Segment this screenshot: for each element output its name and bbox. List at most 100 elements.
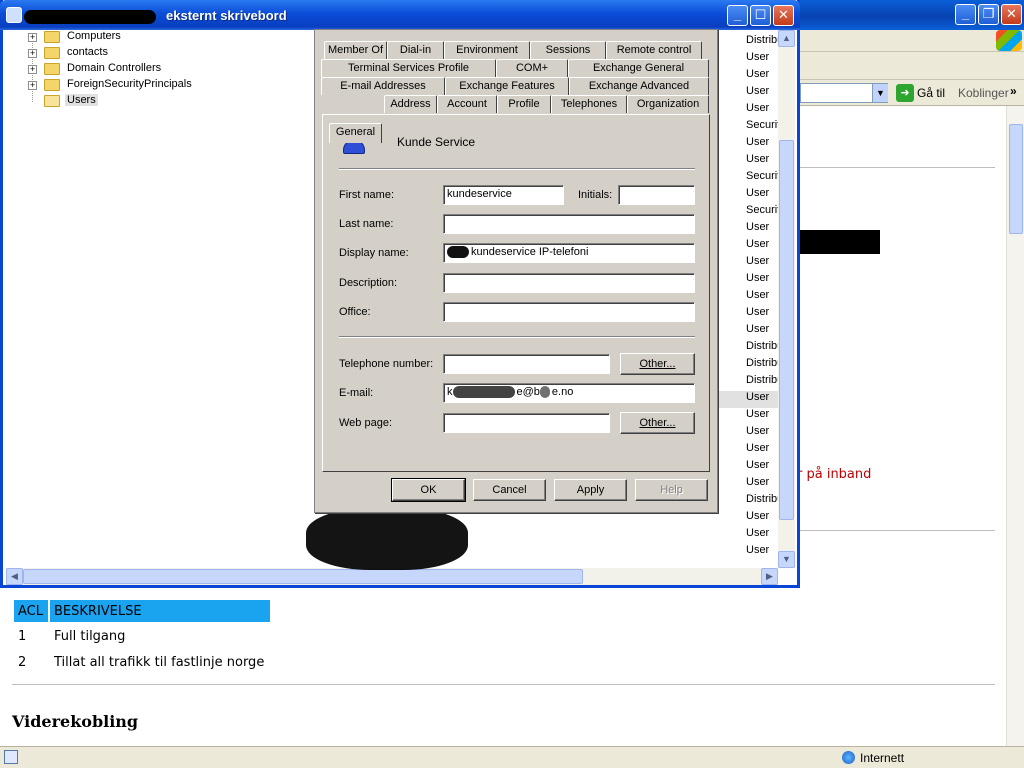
remote-desktop-titlebar[interactable]: eksternt skrivebord _ ☐ ✕ (0, 0, 800, 30)
tab-email-addresses[interactable]: E-mail Addresses (321, 77, 445, 95)
page-scroll-thumb[interactable] (1009, 124, 1023, 234)
list-item[interactable]: User (746, 544, 769, 561)
list-item[interactable]: User (746, 238, 769, 255)
expand-icon[interactable]: + (28, 81, 37, 90)
list-item[interactable]: User (746, 153, 769, 170)
open-folder-icon (44, 95, 60, 107)
chevron-right-icon[interactable]: » (1010, 84, 1017, 98)
tab-com-plus[interactable]: COM+ (496, 59, 568, 77)
help-button[interactable]: Help (635, 479, 708, 501)
tab-telephones[interactable]: Telephones (551, 95, 627, 113)
table-cell: Tillat all trafikk til fastlinje norge (54, 654, 265, 670)
list-item[interactable]: User (746, 255, 769, 272)
email-field[interactable]: k e@b e.no (443, 383, 695, 403)
scroll-thumb[interactable] (23, 569, 583, 584)
display-name-field[interactable]: kundeservice IP-telefoni (443, 243, 695, 263)
ok-button[interactable]: OK (391, 478, 466, 502)
email-label: E-mail: (339, 387, 374, 399)
list-item[interactable]: Securit (746, 119, 780, 136)
first-name-field[interactable]: kundeservice (443, 185, 564, 205)
scroll-up-icon[interactable]: ▲ (778, 30, 795, 47)
cancel-button[interactable]: Cancel (473, 479, 546, 501)
scroll-right-icon[interactable]: ▶ (761, 568, 778, 585)
list-item[interactable]: User (746, 306, 769, 323)
list-item[interactable]: User (746, 272, 769, 289)
list-item[interactable]: User (746, 510, 769, 527)
tab-profile[interactable]: Profile (497, 95, 551, 113)
email-part: k (447, 386, 453, 398)
window-title: eksternt skrivebord (166, 8, 287, 23)
table-row: 1 Full tilgang (14, 624, 270, 648)
close-icon[interactable]: ✕ (773, 5, 794, 26)
list-item[interactable]: User (746, 289, 769, 306)
list-item[interactable]: User (746, 425, 769, 442)
go-button-label[interactable]: Gå til (917, 86, 945, 100)
links-label[interactable]: Koblinger (958, 86, 1009, 100)
red-text: r på inband (797, 467, 872, 482)
scroll-down-icon[interactable]: ▼ (778, 551, 795, 568)
list-item[interactable]: User (746, 51, 769, 68)
restore-icon[interactable]: ❐ (978, 4, 999, 25)
redacted-list-entries (306, 508, 468, 570)
office-field[interactable] (443, 302, 695, 322)
tab-member-of[interactable]: Member Of (324, 41, 387, 59)
list-item[interactable]: User (746, 102, 769, 119)
initials-label: Initials: (578, 189, 613, 201)
list-item[interactable]: User (746, 323, 769, 340)
web-page-field[interactable] (443, 413, 610, 433)
list-item[interactable]: User (746, 459, 769, 476)
remote-vertical-scrollbar[interactable]: ▲ ▼ (778, 30, 795, 568)
tab-account[interactable]: Account (437, 95, 497, 113)
tree-item-label: contacts (67, 46, 108, 58)
go-arrow-icon[interactable]: ➜ (896, 84, 914, 102)
tab-general[interactable]: General (329, 123, 382, 143)
tab-environment[interactable]: Environment (444, 41, 530, 59)
user-display-name: Kunde Service (397, 135, 476, 149)
list-item[interactable]: Securit (746, 204, 780, 221)
description-field[interactable] (443, 273, 695, 293)
chevron-down-icon[interactable]: ▼ (872, 84, 888, 102)
scroll-thumb[interactable] (779, 140, 794, 520)
tab-exchange-general[interactable]: Exchange General (568, 59, 709, 77)
telephone-field[interactable] (443, 354, 610, 374)
list-item[interactable]: User (746, 187, 769, 204)
expand-icon[interactable]: + (28, 49, 37, 58)
expand-icon[interactable]: + (28, 65, 37, 74)
web-page-other-button[interactable]: Other... (620, 412, 695, 434)
minimize-icon[interactable]: _ (955, 4, 976, 25)
tab-exchange-advanced[interactable]: Exchange Advanced (569, 77, 709, 95)
list-item[interactable]: User (746, 221, 769, 238)
list-item[interactable]: User (746, 476, 769, 493)
last-name-field[interactable] (443, 214, 695, 234)
tab-terminal-services-profile[interactable]: Terminal Services Profile (321, 59, 496, 77)
divider (339, 336, 695, 338)
list-item[interactable]: User (746, 442, 769, 459)
tab-address[interactable]: Address (384, 95, 437, 113)
telephone-other-button[interactable]: Other... (620, 353, 695, 375)
minimize-icon[interactable]: _ (727, 5, 748, 26)
tab-sessions[interactable]: Sessions (530, 41, 606, 59)
tab-dial-in[interactable]: Dial-in (387, 41, 444, 59)
initials-field[interactable] (618, 185, 695, 205)
close-icon[interactable]: ✕ (1001, 4, 1022, 25)
maximize-icon[interactable]: ☐ (750, 5, 771, 26)
list-item[interactable]: Securit (746, 170, 780, 187)
apply-button[interactable]: Apply (554, 479, 627, 501)
tab-exchange-features[interactable]: Exchange Features (445, 77, 569, 95)
remote-horizontal-scrollbar[interactable]: ◀ ▶ (6, 568, 778, 585)
list-item[interactable]: User (718, 391, 778, 408)
divider (800, 167, 995, 168)
expand-icon[interactable]: + (28, 33, 37, 42)
divider (339, 168, 695, 170)
tab-remote-control[interactable]: Remote control (606, 41, 702, 59)
list-item[interactable]: User (746, 85, 769, 102)
page-scrollbar[interactable] (1006, 106, 1024, 746)
list-item[interactable]: User (746, 527, 769, 544)
scroll-left-icon[interactable]: ◀ (6, 568, 23, 585)
tab-organization[interactable]: Organization (627, 95, 709, 113)
list-item[interactable]: User (746, 68, 769, 85)
email-part: e@b (516, 386, 540, 398)
display-name-value: kundeservice IP-telefoni (471, 246, 589, 258)
list-item[interactable]: User (746, 136, 769, 153)
list-item[interactable]: User (746, 408, 769, 425)
